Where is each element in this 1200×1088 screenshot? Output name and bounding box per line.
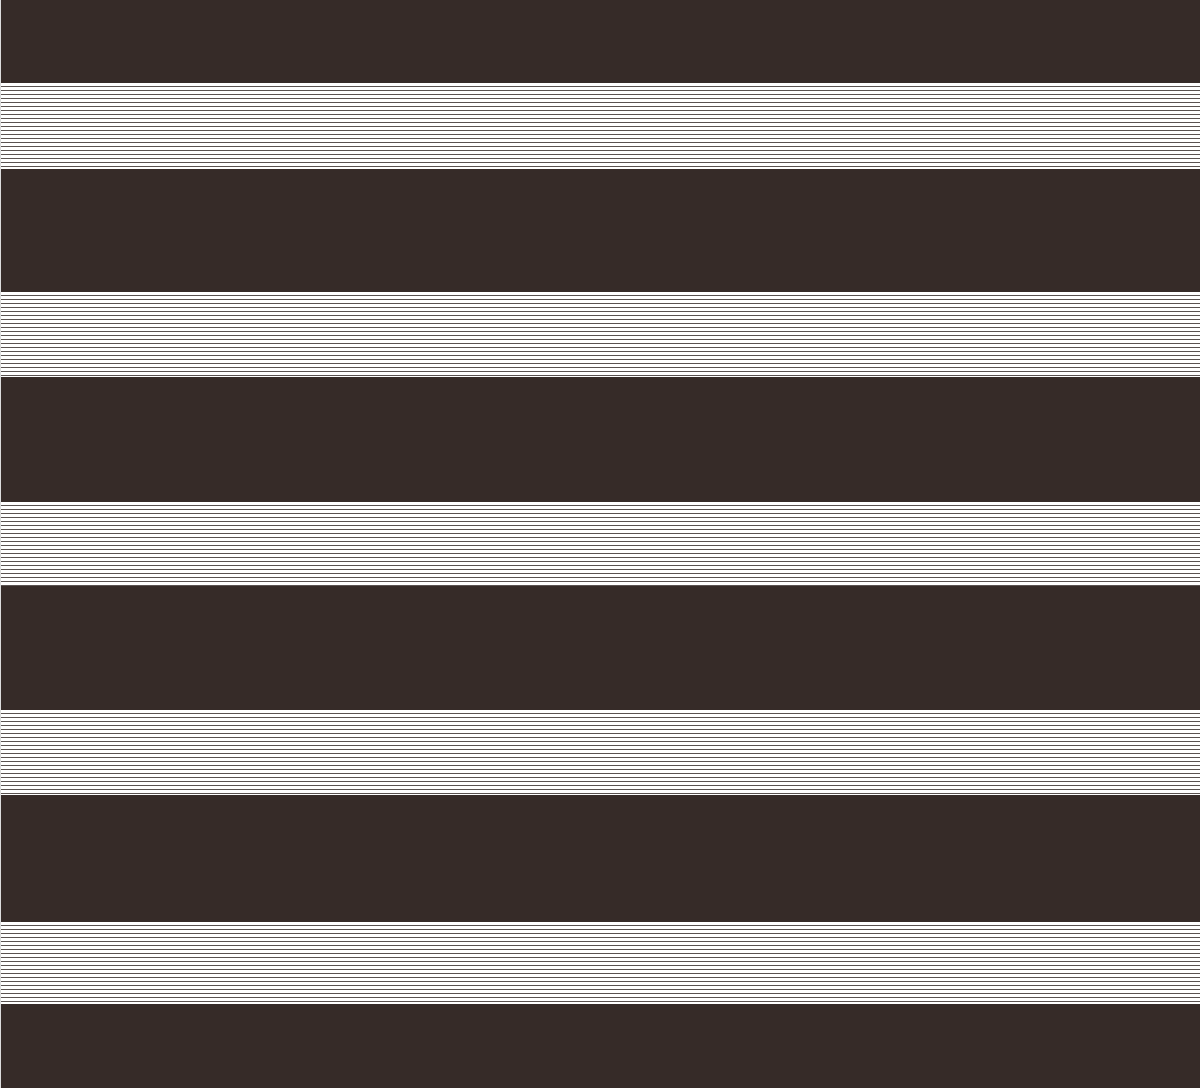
sheer-band-3 xyxy=(0,502,1200,586)
dark-band-1 xyxy=(0,0,1200,83)
dark-band-2 xyxy=(0,169,1200,292)
sheer-band-1 xyxy=(0,83,1200,169)
sheer-band-2 xyxy=(0,292,1200,377)
dark-band-4 xyxy=(0,586,1200,710)
zebra-stripe-pattern xyxy=(0,0,1200,1088)
dark-band-3 xyxy=(0,377,1200,502)
dark-band-5 xyxy=(0,795,1200,922)
sheer-band-5 xyxy=(0,922,1200,1004)
dark-band-6 xyxy=(0,1004,1200,1088)
sheer-band-4 xyxy=(0,710,1200,795)
left-edge-line xyxy=(0,0,1,1088)
